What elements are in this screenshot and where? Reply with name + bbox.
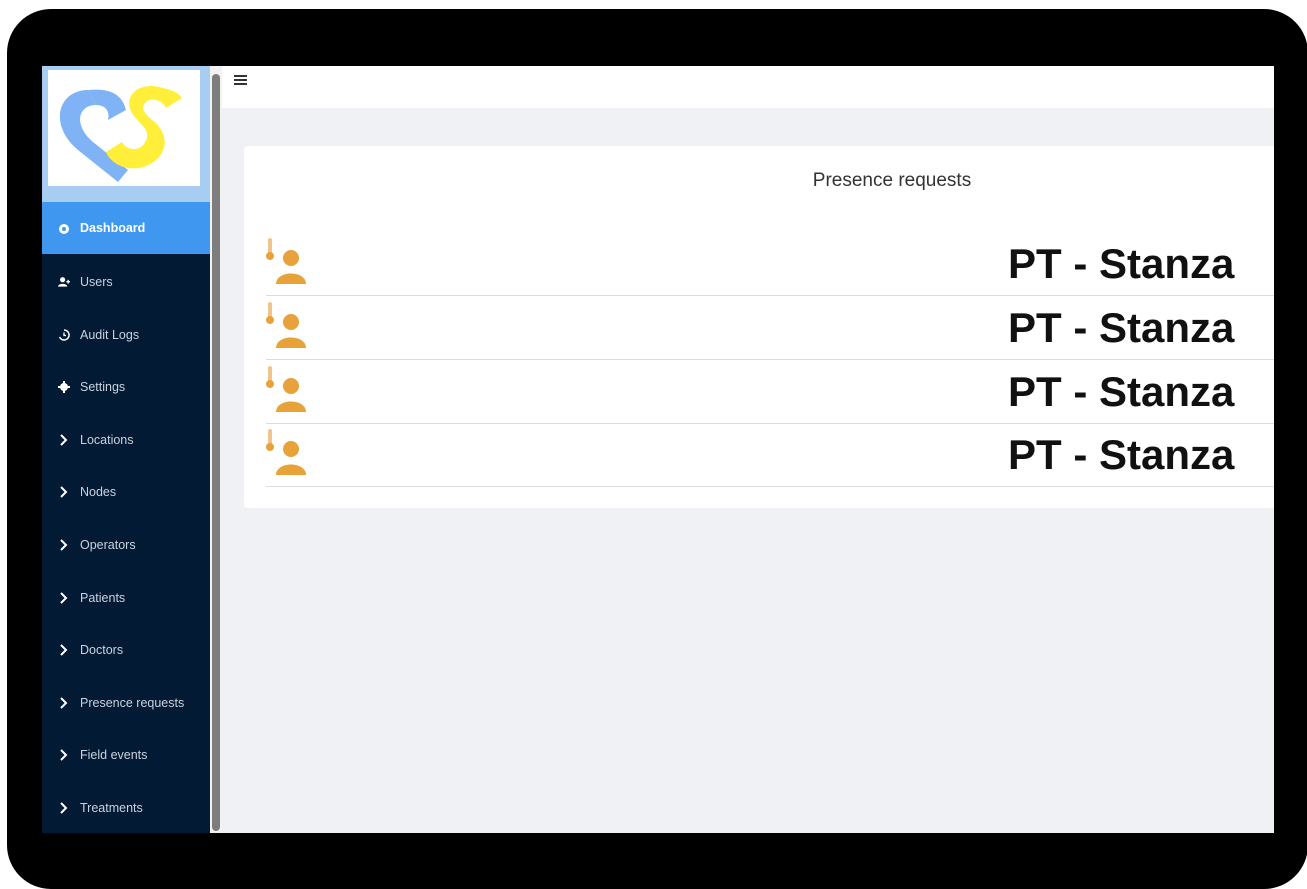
cs-logo <box>59 86 182 182</box>
sidebar-item-label: Nodes <box>80 485 117 499</box>
list-item[interactable]: PT - Stanza <box>266 423 1274 487</box>
patient-thermometer-icon <box>266 238 306 284</box>
chevron-right-icon <box>58 644 70 656</box>
card-title: Presence requests <box>812 170 972 191</box>
list-item[interactable]: PT - Stanza <box>266 296 1274 360</box>
sidebar-item-label: Treatments <box>80 801 143 815</box>
chevron-right-icon <box>58 434 70 446</box>
sidebar-item-label: Patients <box>80 591 126 605</box>
chevron-right-icon <box>58 697 70 709</box>
user-plus-icon <box>58 276 70 288</box>
row-title: PT - Stanza <box>1008 240 1235 287</box>
chevron-right-icon <box>58 802 70 814</box>
dashboard-icon <box>58 222 70 234</box>
row-title: PT - Stanza <box>1008 304 1235 351</box>
sidebar-item-label: Presence requests <box>80 696 185 710</box>
sidebar-item-label: Locations <box>80 433 134 447</box>
chevron-right-icon <box>58 486 70 498</box>
chevron-right-icon <box>58 592 70 604</box>
sidebar-item-presence-requests[interactable]: Presence requests <box>42 677 210 729</box>
patient-thermometer-icon <box>266 302 306 348</box>
sidebar-item-label: Settings <box>80 380 126 394</box>
sidebar-item-label: Dashboard <box>80 221 146 235</box>
row-title: PT - Stanza <box>1008 431 1235 478</box>
logo-background <box>48 70 200 186</box>
chevron-right-icon <box>58 749 70 761</box>
chevron-right-icon <box>58 539 70 551</box>
history-icon <box>58 329 70 341</box>
list-item[interactable]: PT - Stanza <box>266 360 1274 424</box>
list-item[interactable]: PT - Stanza <box>266 232 1274 296</box>
sidebar-item-label: Operators <box>80 538 136 552</box>
patient-thermometer-icon <box>266 429 306 475</box>
sidebar-item-label: Audit Logs <box>80 328 140 342</box>
sidebar-item-label: Users <box>80 275 113 289</box>
app-screen: Dashboard Users Audit Logs Settings Loca <box>42 66 1274 833</box>
sidebar-item-settings[interactable]: Settings <box>42 361 210 413</box>
sidebar-item-label: Field events <box>80 748 148 762</box>
sidebar-item-audit-logs[interactable]: Audit Logs <box>42 309 210 361</box>
sidebar-item-field-events[interactable]: Field events <box>42 729 210 781</box>
gear-icon <box>58 381 70 393</box>
sidebar-item-operators[interactable]: Operators <box>42 519 210 571</box>
sidebar-item-doctors[interactable]: Doctors <box>42 624 210 676</box>
sidebar-item-nodes[interactable]: Nodes <box>42 466 210 518</box>
patient-thermometer-icon <box>266 366 306 412</box>
row-title: PT - Stanza <box>1008 368 1235 415</box>
sidebar-item-dashboard[interactable]: Dashboard <box>42 202 210 254</box>
sidebar-item-treatments[interactable]: Treatments <box>42 782 210 833</box>
sidebar-item-patients[interactable]: Patients <box>42 572 210 624</box>
sidebar-item-label: Doctors <box>80 643 124 657</box>
top-bar <box>222 66 1274 108</box>
sidebar-item-locations[interactable]: Locations <box>42 414 210 466</box>
hamburger-icon[interactable] <box>234 74 250 90</box>
sidebar-item-users[interactable]: Users <box>42 256 210 308</box>
